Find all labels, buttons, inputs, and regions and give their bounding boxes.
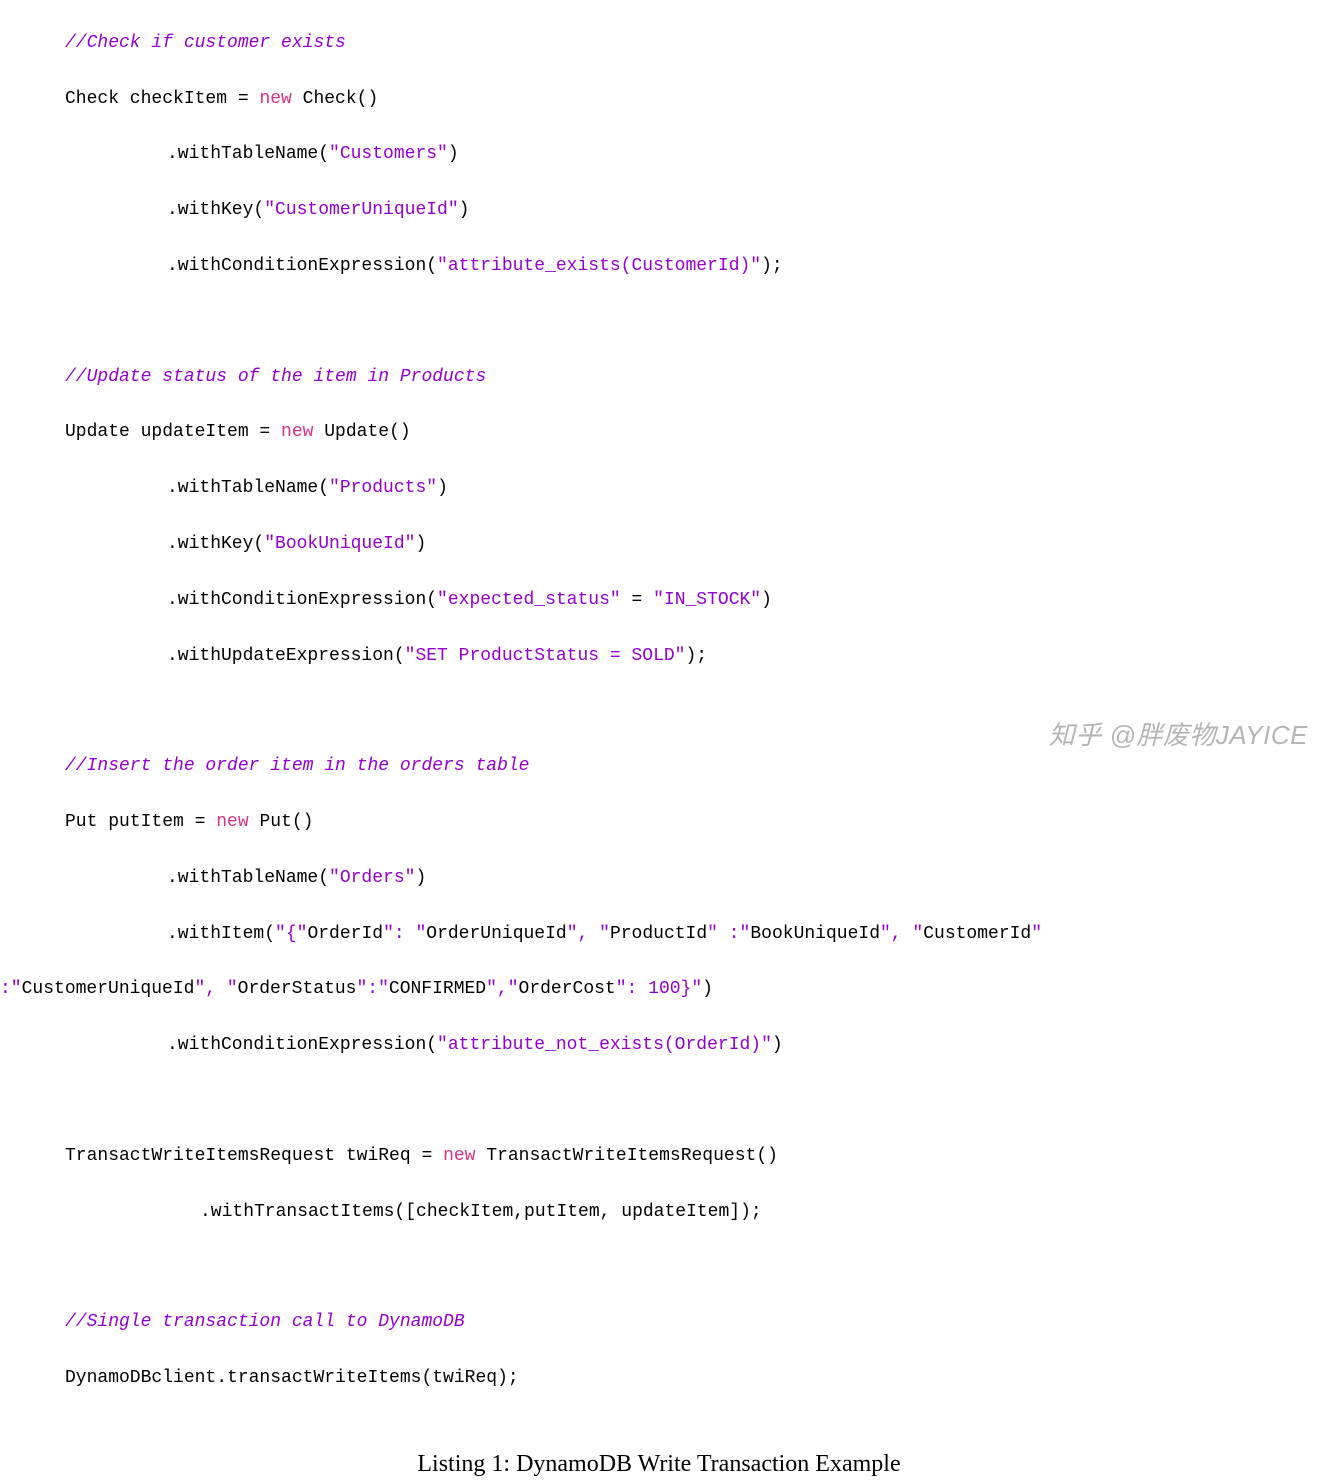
code-text: OrderId <box>307 924 383 944</box>
code-string: "," <box>486 979 518 999</box>
code-string: "IN_STOCK" <box>653 590 761 610</box>
code-text: Put() <box>249 812 314 832</box>
code-text: TransactWriteItemsRequest twiReq = <box>65 1146 443 1166</box>
code-text: CustomerId <box>923 924 1031 944</box>
code-string: ": " <box>383 924 426 944</box>
code-text: OrderUniqueId <box>426 924 566 944</box>
code-text: OrderStatus <box>238 979 357 999</box>
code-string: "BookUniqueId" <box>264 534 415 554</box>
code-text: .withTransactItems([checkItem,putItem, u… <box>200 1202 762 1222</box>
code-text: DynamoDBclient.transactWriteItems(twiReq… <box>65 1368 519 1388</box>
code-comment: //Insert the order item in the orders ta… <box>65 756 529 776</box>
code-comment: //Update status of the item in Products <box>65 367 486 387</box>
code-string: ", " <box>194 979 237 999</box>
code-keyword: new <box>443 1146 475 1166</box>
code-string: "SET ProductStatus = SOLD" <box>405 646 686 666</box>
code-text: .withConditionExpression( <box>167 590 437 610</box>
code-string: " :" <box>707 924 750 944</box>
code-text: ) <box>415 868 426 888</box>
code-string: "attribute_not_exists(OrderId)" <box>437 1035 772 1055</box>
code-comment: //Single transaction call to DynamoDB <box>65 1312 465 1332</box>
code-text: TransactWriteItemsRequest() <box>475 1146 777 1166</box>
code-text: Put putItem = <box>65 812 216 832</box>
listing-caption: Listing 1: DynamoDB Write Transaction Ex… <box>0 1446 1318 1483</box>
code-text: Update updateItem = <box>65 422 281 442</box>
code-text: .withTableName( <box>167 478 329 498</box>
code-string: :" <box>0 979 22 999</box>
code-text: ) <box>772 1035 783 1055</box>
code-string: ", " <box>880 924 923 944</box>
code-text: .withConditionExpression( <box>167 256 437 276</box>
code-text: ) <box>702 979 713 999</box>
code-string: "Customers" <box>329 144 448 164</box>
code-text: ) <box>437 478 448 498</box>
code-string: "expected_status" <box>437 590 621 610</box>
code-text: ) <box>761 590 772 610</box>
code-text: .withConditionExpression( <box>167 1035 437 1055</box>
code-text: ) <box>448 144 459 164</box>
code-text: .withKey( <box>167 534 264 554</box>
code-text: .withItem( <box>167 924 275 944</box>
code-keyword: new <box>216 812 248 832</box>
code-text: ) <box>415 534 426 554</box>
code-text: .withKey( <box>167 200 264 220</box>
code-text: Check() <box>292 89 378 109</box>
code-text: CustomerUniqueId <box>22 979 195 999</box>
code-text: Check checkItem = <box>65 89 259 109</box>
code-string: " <box>1031 924 1042 944</box>
code-text: .withTableName( <box>167 144 329 164</box>
code-text: CONFIRMED <box>389 979 486 999</box>
code-keyword: new <box>281 422 313 442</box>
code-keyword: new <box>259 89 291 109</box>
code-string: "CustomerUniqueId" <box>264 200 458 220</box>
code-text: ); <box>761 256 783 276</box>
code-text: OrderCost <box>519 979 616 999</box>
code-string: ": 100}" <box>616 979 702 999</box>
code-text: Update() <box>313 422 410 442</box>
code-string: ", " <box>567 924 610 944</box>
code-text: .withTableName( <box>167 868 329 888</box>
code-string: ":" <box>356 979 388 999</box>
code-text: = <box>621 590 653 610</box>
code-text: BookUniqueId <box>750 924 880 944</box>
code-text: ) <box>459 200 470 220</box>
code-string: "Orders" <box>329 868 415 888</box>
code-string: "Products" <box>329 478 437 498</box>
code-text: ProductId <box>610 924 707 944</box>
code-text: .withUpdateExpression( <box>167 646 405 666</box>
code-comment: //Check if customer exists <box>65 33 346 53</box>
code-text: ); <box>686 646 708 666</box>
code-string: "{" <box>275 924 307 944</box>
code-listing: //Check if customer exists Check checkIt… <box>0 0 1318 1421</box>
code-string: "attribute_exists(CustomerId)" <box>437 256 761 276</box>
